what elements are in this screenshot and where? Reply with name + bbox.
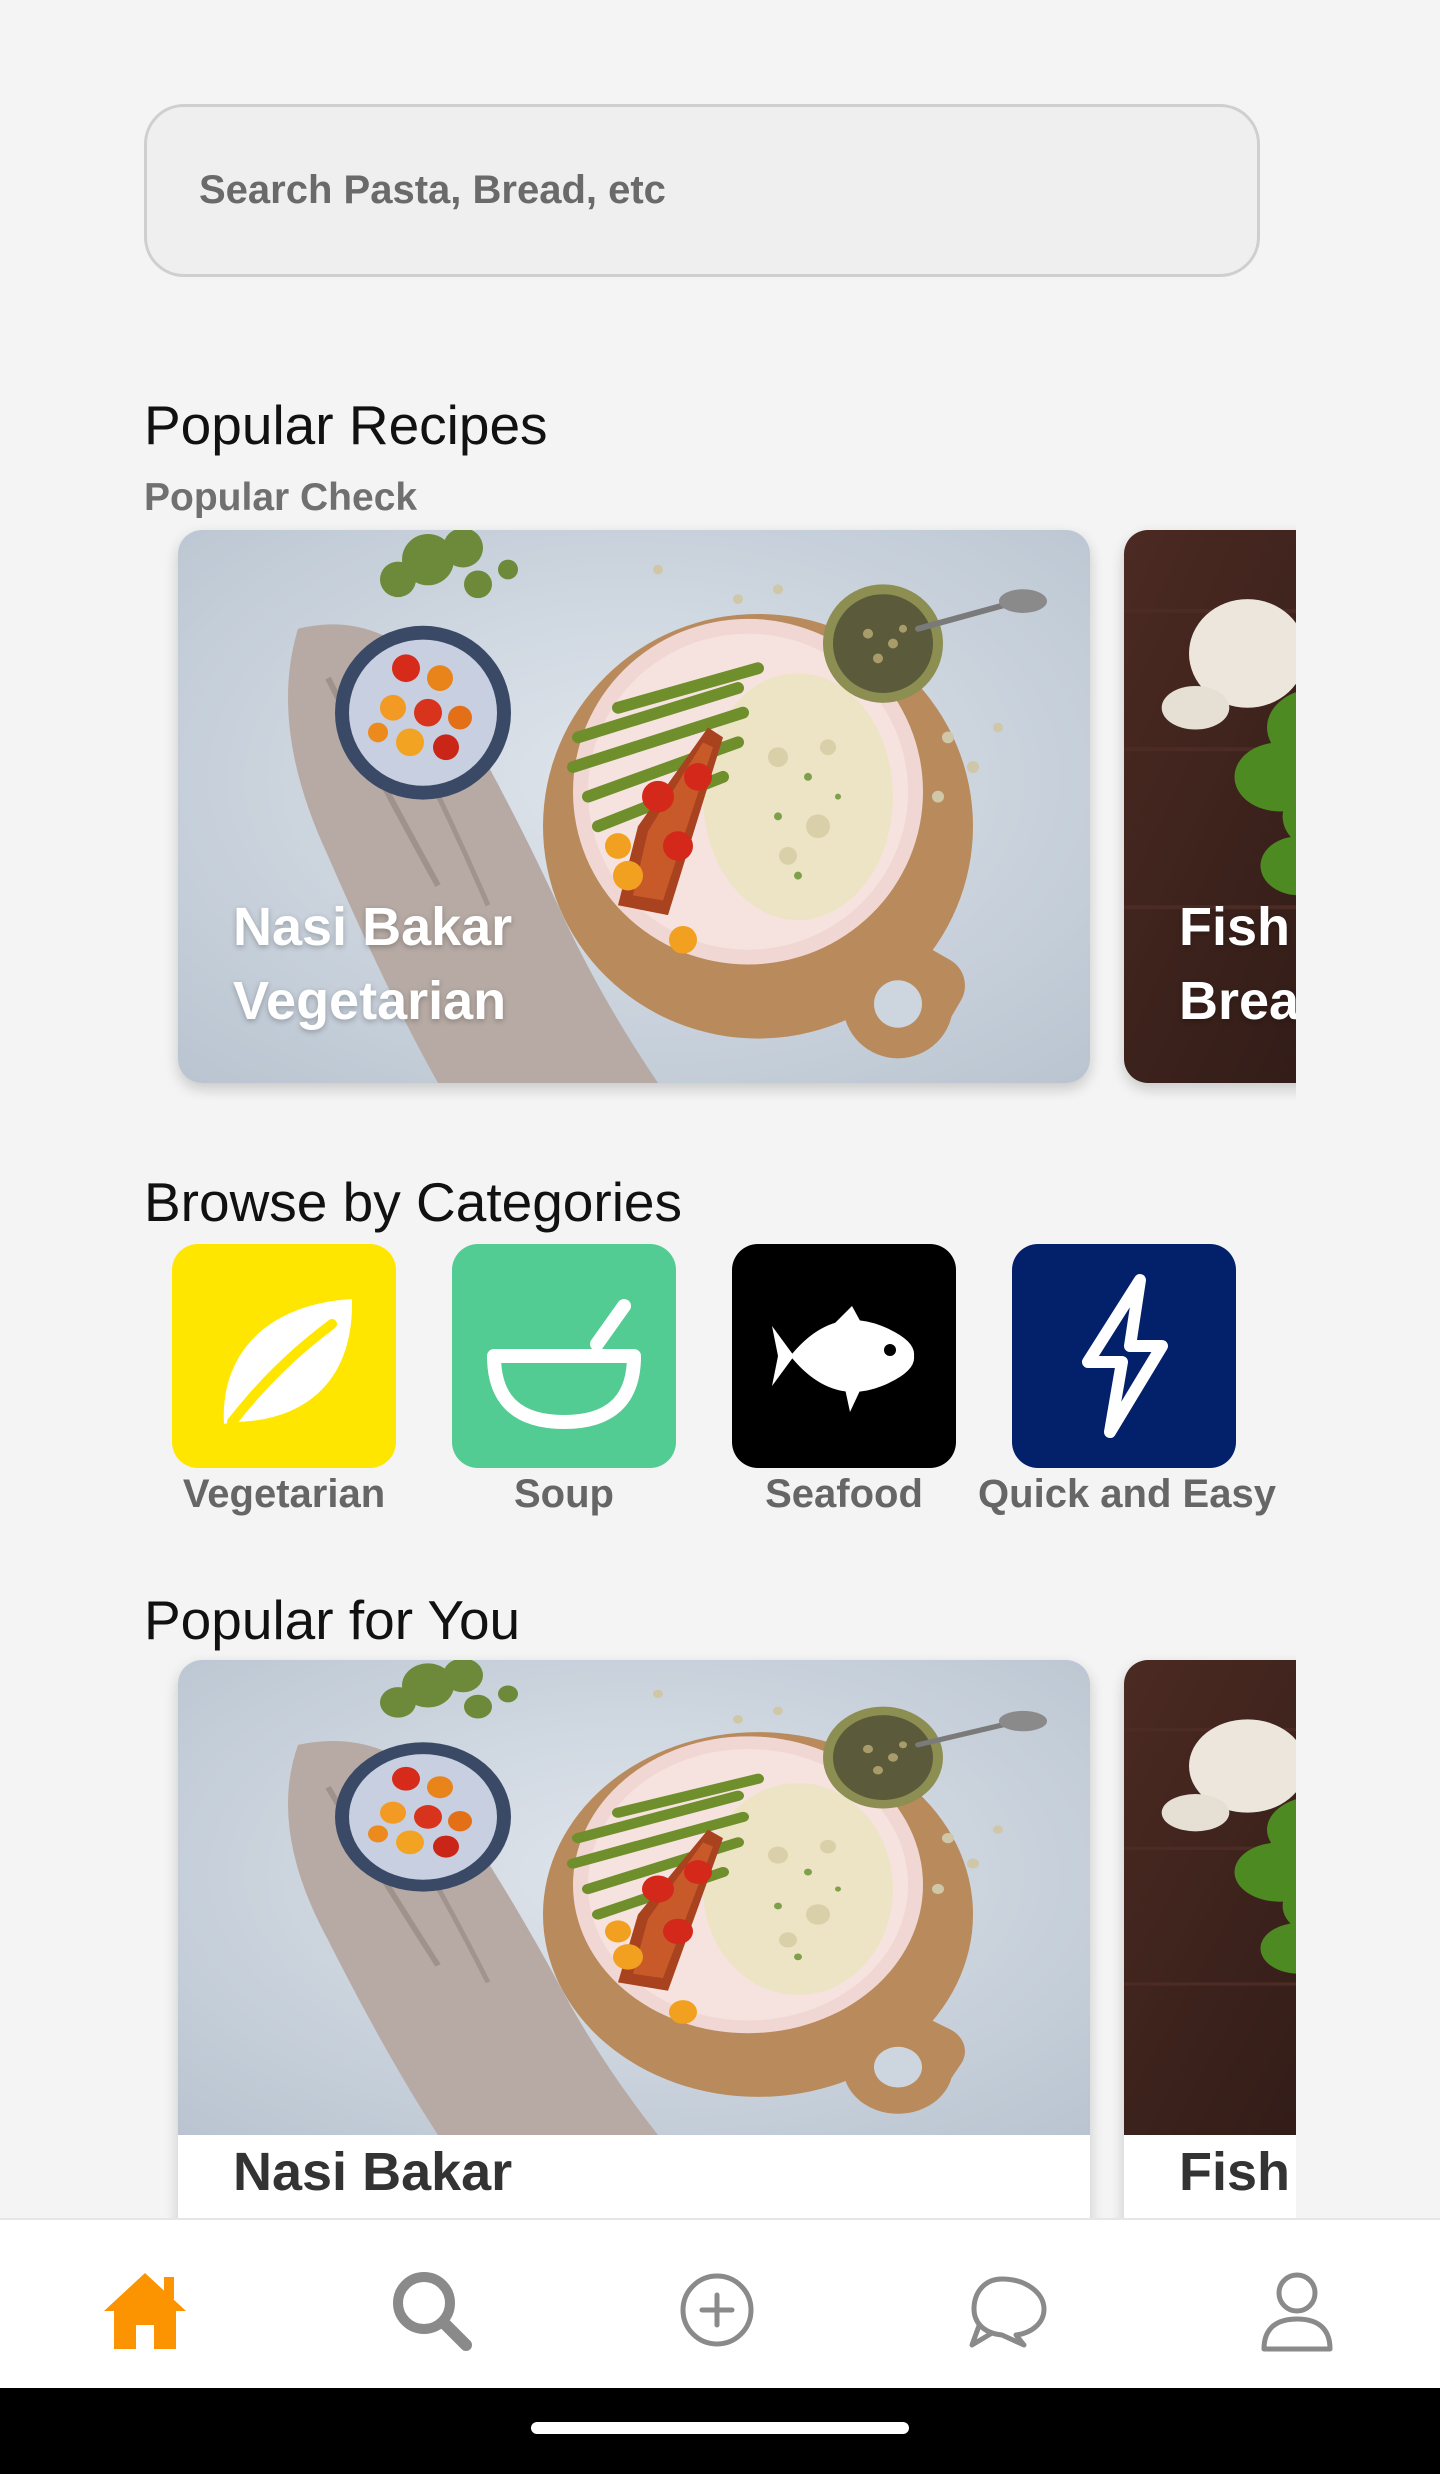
recipe-card[interactable]: Nasi Bakar Vegetarian	[178, 530, 1090, 1083]
home-icon	[104, 2273, 186, 2349]
recipe-card-title: Fish	[1179, 2142, 1291, 2202]
search-bar[interactable]	[144, 104, 1260, 277]
recipe-card-title: Fish Brea	[1179, 897, 1296, 1031]
nav-add-button[interactable]	[672, 2265, 762, 2355]
recipe-caption: Nasi Bakar	[178, 2135, 1090, 2218]
lightning-icon	[1082, 1274, 1168, 1438]
popular-recipes-subtitle: Popular Check	[144, 476, 418, 519]
popular-for-you-carousel[interactable]: Nasi Bakar Fish	[144, 1650, 1296, 2218]
fish-icon	[772, 1306, 915, 1412]
category-label: Quick and Easy	[978, 1472, 1276, 1516]
popular-recipes-heading: Popular Recipes	[144, 394, 548, 456]
nav-chat-button[interactable]	[962, 2265, 1052, 2355]
category-label: Soup	[514, 1472, 614, 1516]
categories-heading: Browse by Categories	[144, 1171, 683, 1233]
leaf-icon	[223, 1299, 353, 1427]
recipe-photo	[1124, 1660, 1296, 2135]
recipe-photo	[178, 1660, 1090, 2135]
add-icon	[680, 2273, 754, 2347]
category-label: Seafood	[765, 1472, 923, 1516]
category-quick-and-easy-button[interactable]	[1012, 1244, 1236, 1468]
recipe-card[interactable]: Nasi Bakar	[178, 1660, 1090, 2218]
recipe-card[interactable]: Fish Brea	[1124, 530, 1296, 1083]
search-input[interactable]	[199, 107, 1199, 274]
category-vegetarian-button[interactable]	[172, 1244, 396, 1468]
home-gesture-handle[interactable]	[531, 2422, 909, 2434]
recipe-card[interactable]: Fish	[1124, 1660, 1296, 2218]
recipe-card-title: Nasi Bakar	[233, 2142, 513, 2202]
nav-search-button[interactable]	[386, 2265, 476, 2355]
profile-icon	[1261, 2272, 1333, 2352]
search-icon	[393, 2272, 472, 2351]
chat-icon	[969, 2276, 1047, 2348]
nav-home-button[interactable]	[100, 2265, 190, 2355]
category-soup-button[interactable]	[452, 1244, 676, 1468]
category-seafood-button[interactable]	[732, 1244, 956, 1468]
category-label: Vegetarian	[182, 1472, 386, 1516]
recipe-card-title: Nasi Bakar Vegetarian	[233, 897, 513, 1031]
bottom-navigation	[0, 2218, 1440, 2388]
bowl-icon	[487, 1299, 641, 1429]
recipe-caption: Fish	[1124, 2135, 1296, 2218]
nav-profile-button[interactable]	[1252, 2265, 1342, 2355]
popular-for-you-heading: Popular for You	[144, 1589, 521, 1651]
popular-recipes-carousel[interactable]: Nasi Bakar Vegetarian Fish Brea	[144, 520, 1296, 1100]
